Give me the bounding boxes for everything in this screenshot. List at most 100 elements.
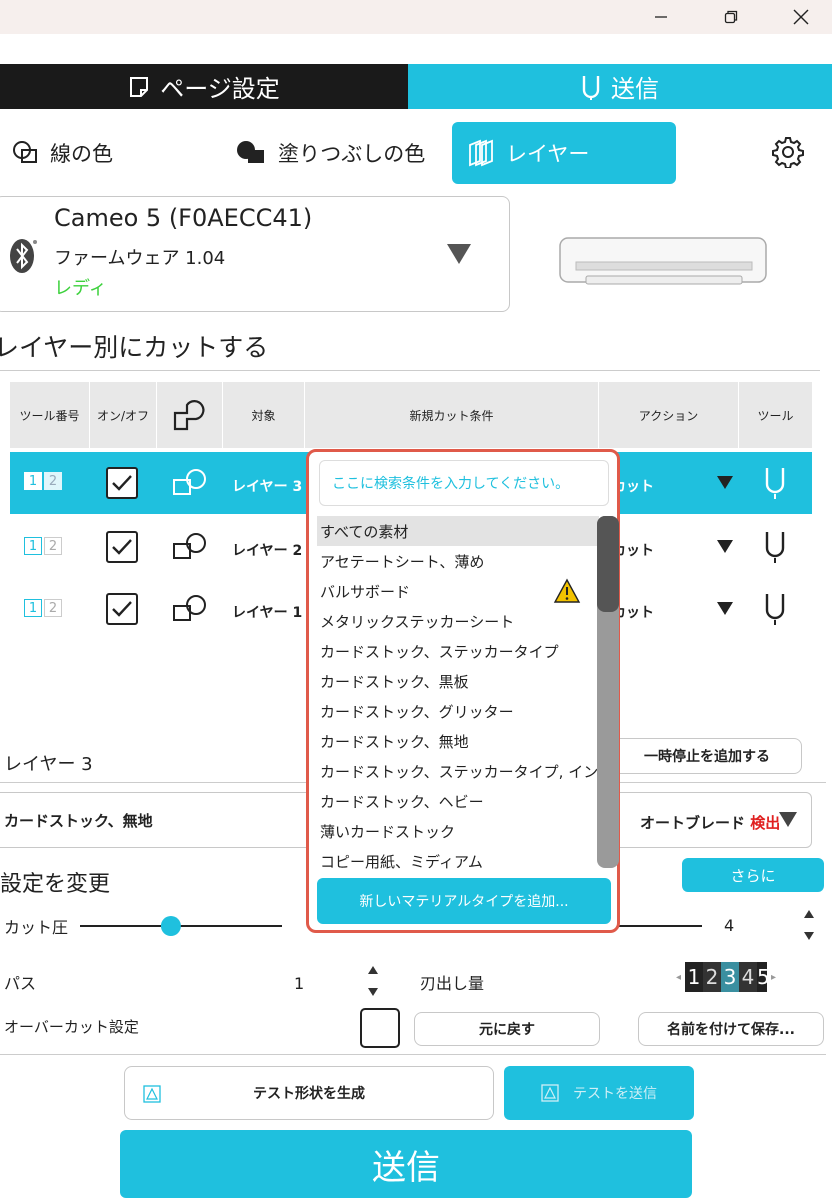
chevron-down-icon [447, 244, 471, 264]
layer-name: レイヤー 3 [232, 479, 303, 495]
material-option[interactable]: アセテートシート、薄め [317, 546, 599, 576]
bluetooth-icon [8, 236, 38, 276]
change-settings-title: 設定を変更 [0, 872, 111, 897]
device-name: Cameo 5 (F0AECC41) [54, 204, 313, 232]
tab-fill-color[interactable]: 塗りつぶしの色 [236, 122, 425, 184]
settings-button[interactable] [772, 136, 804, 168]
chevron-down-icon [717, 476, 733, 489]
current-layer-label: レイヤー 3 [4, 754, 93, 775]
blade-tool-icon [765, 594, 785, 625]
warning-icon [553, 578, 581, 604]
slider-icon [80, 916, 282, 936]
shape-icon [172, 532, 208, 562]
blade-value: オートブレード 検出 [640, 812, 780, 833]
tab-layers-label: レイヤー [506, 142, 590, 166]
speed-value: 4 [724, 916, 735, 935]
page-icon [130, 76, 149, 97]
save-as-button[interactable]: 名前を付けて保存... [638, 1012, 824, 1046]
blade-dropdown-arrow[interactable] [778, 810, 798, 828]
depth-digit: 5 [757, 962, 768, 992]
tab-page-setup[interactable]: ページ設定 [0, 64, 408, 109]
tab-line-color-label: 線の色 [50, 142, 113, 166]
layer-name: レイヤー 2 [232, 543, 303, 559]
force-label: カット圧 [4, 918, 69, 937]
layer-enabled-checkbox[interactable] [106, 531, 138, 563]
device-firmware: ファームウェア 1.04 [54, 248, 226, 269]
tool-number: 12 [24, 537, 62, 555]
passes-label: パス [4, 974, 37, 993]
col-tool-no: ツール番号 [10, 382, 90, 448]
tool-icon [764, 530, 786, 564]
material-option[interactable]: 薄いカードストック [317, 816, 599, 846]
col-cut-setting: 新規カット条件 [305, 382, 599, 448]
material-option[interactable]: カードストック、ヘビー [317, 786, 599, 816]
add-material-button[interactable]: 新しいマテリアルタイプを追加... [317, 878, 611, 924]
send-button[interactable]: 送信 [120, 1130, 692, 1198]
dropdown-scroll-thumb[interactable] [597, 516, 619, 612]
force-slider[interactable] [78, 914, 284, 938]
stepper-icon [804, 910, 814, 940]
overcut-checkbox[interactable] [360, 1008, 400, 1048]
arrow-right-icon[interactable]: ▸ [771, 972, 776, 983]
device-status: レディ [54, 278, 107, 299]
more-button[interactable]: さらに [682, 858, 824, 892]
tool-number: 12 [24, 472, 62, 490]
tool-icon [764, 592, 786, 626]
check-icon [112, 475, 132, 491]
minimize-button[interactable] [638, 0, 684, 34]
check-icon [112, 539, 132, 555]
chevron-down-icon [717, 540, 733, 553]
col-shape [157, 382, 223, 448]
speed-stepper[interactable] [802, 908, 816, 942]
col-tool: ツール [757, 408, 794, 423]
layer-enabled-checkbox[interactable] [106, 467, 138, 499]
add-pause-button[interactable]: 一時停止を追加する [612, 738, 802, 774]
blade-depth-selector[interactable]: ◂ 1 2 3 4 5 ▸ [676, 962, 776, 992]
tab-line-color[interactable]: 線の色 [12, 122, 113, 184]
material-option[interactable]: メタリックステッカーシート [317, 606, 599, 636]
action-dropdown-arrow[interactable] [716, 474, 734, 490]
action-dropdown-arrow[interactable] [716, 600, 734, 616]
machine-image [556, 232, 772, 290]
blade-detect: 検出 [750, 814, 781, 832]
material-option[interactable]: カードストック、黒板 [317, 666, 599, 696]
chevron-down-icon [779, 812, 797, 827]
tab-page-setup-label: ページ設定 [160, 75, 280, 103]
passes-value: 1 [294, 974, 305, 993]
chevron-down-icon [717, 602, 733, 615]
arrow-left-icon[interactable]: ◂ [676, 972, 681, 983]
shape-header-icon [173, 400, 204, 431]
divider [0, 370, 820, 371]
send-test-label: テストを送信 [573, 1086, 657, 1102]
create-test-button[interactable]: テスト形状を生成 [124, 1066, 494, 1120]
restore-button[interactable] [708, 0, 754, 34]
material-option[interactable]: カードストック、グリッター [317, 696, 599, 726]
material-option[interactable]: カードストック、無地 [317, 726, 599, 756]
material-search-input[interactable]: ここに検索条件を入力してください。 [319, 460, 609, 506]
close-button[interactable] [778, 0, 824, 34]
create-test-label: テスト形状を生成 [253, 1086, 365, 1102]
material-option[interactable]: すべての素材 [317, 516, 599, 546]
layer-name: レイヤー 1 [232, 605, 303, 621]
tab-fill-color-label: 塗りつぶしの色 [278, 142, 426, 166]
restore-icon [724, 10, 738, 24]
passes-stepper[interactable] [366, 964, 380, 998]
close-icon [793, 9, 809, 25]
tab-layers[interactable]: レイヤー [452, 122, 676, 184]
material-option[interactable]: コピー用紙、ミディアム [317, 846, 599, 876]
tool-number: 12 [24, 599, 62, 617]
depth-digit: 4 [739, 962, 758, 992]
action-dropdown-arrow[interactable] [716, 538, 734, 554]
device-dropdown-arrow[interactable] [446, 242, 472, 266]
layers-icon [469, 139, 493, 167]
layer-enabled-checkbox[interactable] [106, 593, 138, 625]
material-option[interactable]: カードストック、ステッカータイプ, インクジェット [317, 756, 599, 786]
material-value: カードストック、無地 [4, 812, 153, 830]
material-option[interactable]: カードストック、ステッカータイプ [317, 636, 599, 666]
send-test-button[interactable]: テストを送信 [504, 1066, 694, 1120]
blade-depth-label: 刃出し量 [420, 974, 485, 993]
tab-send[interactable]: 送信 [408, 64, 832, 109]
col-action: アクション [599, 382, 739, 448]
depth-digit: 3 [721, 962, 740, 992]
revert-button[interactable]: 元に戻す [414, 1012, 600, 1046]
